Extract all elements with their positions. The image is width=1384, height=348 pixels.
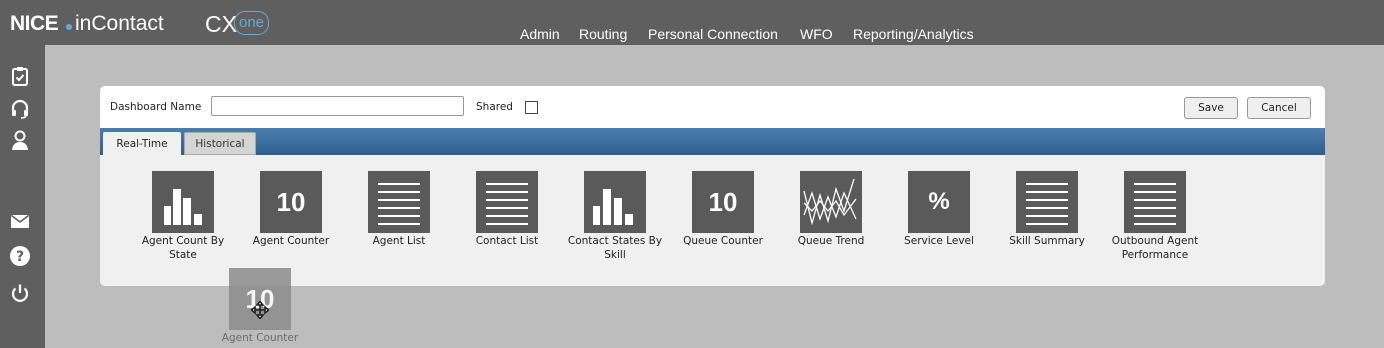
list-icon [476,171,538,233]
widget-label: Agent Counter [252,235,330,247]
dragged-widget-agent-counter[interactable]: 10 Agent Counter [210,268,310,348]
widget-label: Skill Summary [1009,235,1085,247]
cancel-button[interactable]: Cancel [1247,97,1311,119]
power-icon[interactable] [9,282,31,304]
nav-personal-connection[interactable]: Personal Connection [648,26,778,42]
shared-checkbox[interactable] [525,101,538,114]
top-bar: NICE inContact CX one Admin Routing Pers… [0,0,1384,45]
widget-label: Agent List [372,235,426,247]
mail-icon[interactable] [9,210,31,232]
help-icon[interactable]: ? [9,245,31,267]
dashboard-name-input[interactable] [211,96,464,116]
incontact-logo: inContact [75,12,164,35]
bar-chart-icon [152,171,214,233]
save-button[interactable]: Save [1184,97,1238,119]
trend-icon [800,171,862,233]
tab-historical[interactable]: Historical [184,132,256,155]
list-icon [368,171,430,233]
dashboard-name-label: Dashboard Name [110,101,202,113]
nav-wfo[interactable]: WFO [800,26,833,42]
nav-routing[interactable]: Routing [579,26,627,42]
move-cursor-icon [251,301,269,319]
dashboard-editor-panel: Dashboard Name Shared Save Cancel Real-T… [100,86,1325,286]
tab-real-time[interactable]: Real-Time [103,132,181,155]
nice-logo: NICE [10,12,59,35]
bar-chart-icon [584,171,646,233]
list-icon [1124,171,1186,233]
logo-dot [66,24,72,30]
agent-icon[interactable] [9,129,31,151]
headset-icon[interactable] [9,98,31,120]
widget-label: Queue Trend [797,235,865,247]
widget-label: Contact List [475,235,539,247]
shared-label: Shared [476,101,513,113]
widget-label: Contact States By Skill [567,235,663,261]
widget-label: Agent Count By State [141,235,225,261]
tab-bar: Real-Time Historical [100,128,1325,155]
widget-label: Outbound Agent Performance [1111,235,1199,261]
cxone-logo-cx: CX [205,11,237,37]
nav-admin[interactable]: Admin [520,26,560,42]
number-icon: 10 [692,171,754,233]
svg-text:?: ? [16,249,24,265]
nav-reporting-analytics[interactable]: Reporting/Analytics [853,26,974,42]
number-icon: 10 [260,171,322,233]
percent-icon: % [908,171,970,233]
widget-label: Service Level [904,235,974,247]
dashboard-form: Dashboard Name Shared Save Cancel [100,86,1325,128]
cxone-logo-one: one [234,11,270,35]
left-sidebar: ? [0,45,45,348]
list-icon [1016,171,1078,233]
widget-label: Queue Counter [683,235,763,247]
clipboard-check-icon[interactable] [9,65,31,87]
widget-label: Agent Counter [221,332,299,344]
number-icon: 10 [229,268,291,330]
